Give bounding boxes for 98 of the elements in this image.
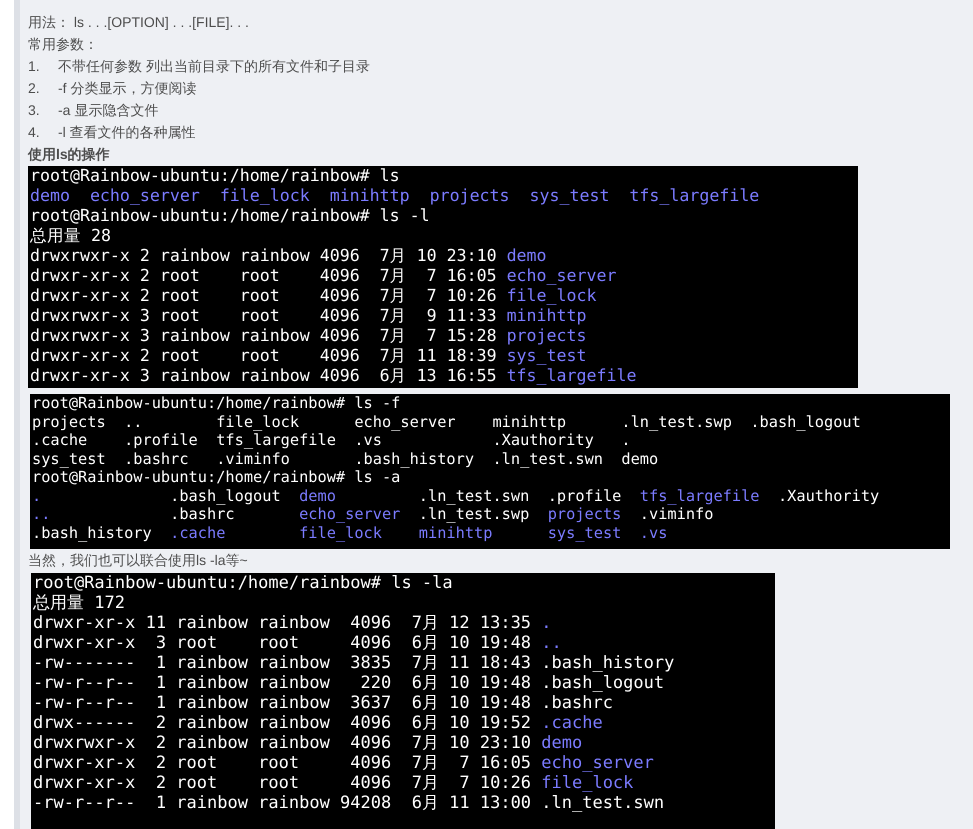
terminal-line: -rw-r--r-- 1 rainbow rainbow 220 6月 10 19:48	[33, 673, 532, 693]
paragraph-text: 用法： ls . . .[OPTION] . . .[FILE]. . .	[28, 13, 250, 32]
terminal-line: drwxrwxr-x 2 rainbow rainbow 4096 7月 10 23:10	[33, 733, 532, 753]
file-name: .ln_test.swn	[418, 486, 530, 504]
file-name: .	[621, 431, 631, 449]
file-name: .bash_history	[354, 450, 474, 468]
directory-name: .vs	[640, 524, 668, 542]
file-name: .bashrc	[541, 693, 613, 713]
directory-name: tfs_largefile	[629, 186, 760, 206]
directory-name: ..	[541, 633, 562, 653]
file-name: .vs	[354, 431, 382, 449]
directory-name: file_lock	[220, 186, 310, 206]
directory-name: projects	[548, 505, 622, 523]
file-name: .bash_logout	[170, 486, 281, 504]
list-number: 1.	[28, 57, 41, 76]
file-name: .ln_test.swp	[621, 412, 732, 430]
paragraph-text: 常用参数：	[28, 35, 99, 54]
terminal-line: root@Rainbow-ubuntu:/home/rainbow# ls -f	[32, 394, 400, 412]
file-name: .Xauthority	[492, 431, 594, 449]
directory-name: echo_server	[541, 753, 654, 773]
directory-name: tfs_largefile	[506, 366, 636, 386]
file-name: .bash_logout	[750, 412, 861, 430]
list-number: 2.	[28, 79, 41, 98]
directory-name: sys_test	[506, 346, 586, 366]
file-name: .ln_test.swn	[492, 450, 603, 468]
terminal-line: 总用量 28	[30, 226, 111, 246]
directory-name: sys_test	[530, 186, 610, 206]
file-name: .bashrc	[170, 505, 235, 523]
file-name: demo	[621, 450, 658, 468]
directory-name: .	[32, 486, 42, 504]
directory-name: .	[541, 613, 552, 633]
file-name: .cache	[32, 431, 88, 449]
terminal-line: drwxr-xr-x 3 root root 4096 6月 10 19:48	[33, 633, 532, 653]
directory-name: echo_server	[90, 186, 200, 206]
list-text: -l 查看文件的各种属性	[58, 123, 196, 142]
directory-name: demo	[506, 246, 547, 266]
terminal-line: -rw-r--r-- 1 rainbow rainbow 3637 6月 10 19:48	[33, 693, 532, 713]
terminal-line: drwx------ 2 rainbow rainbow 4096 6月 10 19:52	[33, 713, 532, 733]
terminal-line: -rw-r--r-- 1 rainbow rainbow 94208 6月 11 13:00	[33, 793, 532, 813]
file-name: .bash_history	[32, 524, 152, 542]
file-name: minihttp	[492, 412, 566, 430]
terminal-line: root@Rainbow-ubuntu:/home/rainbow# ls -la	[33, 573, 453, 593]
file-name: .ln_test.swn	[541, 793, 664, 813]
terminal-line: drwxr-xr-x 2 root root 4096 7月 11 18:39	[30, 346, 497, 366]
directory-name: file_lock	[506, 286, 596, 306]
directory-name: sys_test	[548, 524, 622, 542]
directory-name: tfs_largefile	[640, 486, 760, 504]
paragraph-text: 当然，我们也可以联合使用ls -la等~	[28, 551, 249, 570]
terminal-line: drwxr-xr-x 3 rainbow rainbow 4096 6月 13 16:55	[30, 366, 497, 386]
file-name: .bash_history	[541, 653, 674, 673]
list-number: 3.	[28, 101, 41, 120]
terminal-line: drwxrwxr-x 2 rainbow rainbow 4096 7月 10 23:10	[30, 246, 497, 266]
directory-name: file_lock	[299, 524, 382, 542]
list-text: -a 显示隐含文件	[58, 101, 158, 120]
directory-name: .cache	[170, 524, 226, 542]
file-name: .bashrc	[124, 450, 189, 468]
terminal-line: root@Rainbow-ubuntu:/home/rainbow# ls -l	[30, 206, 430, 226]
directory-name: demo	[30, 186, 70, 206]
directory-name: minihttp	[506, 306, 586, 326]
terminal-line: drwxr-xr-x 11 rainbow rainbow 4096 7月 12 13:35	[33, 613, 532, 633]
directory-name: projects	[506, 326, 586, 346]
directory-name: file_lock	[541, 773, 634, 793]
file-name: ..	[124, 412, 143, 430]
file-name: .profile	[124, 431, 198, 449]
directory-name: .cache	[541, 713, 603, 733]
file-name: .viminfo	[216, 450, 290, 468]
list-text: -f 分类显示，方便阅读	[58, 79, 196, 98]
file-name: projects	[32, 412, 106, 430]
terminal-line: root@Rainbow-ubuntu:/home/rainbow# ls	[30, 166, 400, 186]
file-name: .Xauthority	[778, 486, 880, 504]
section-heading: 使用ls的操作	[28, 145, 111, 164]
file-name: file_lock	[216, 412, 300, 430]
directory-name: echo_server	[506, 266, 616, 286]
terminal-line: drwxr-xr-x 2 root root 4096 7月 7 10:26	[33, 773, 532, 793]
file-name: .viminfo	[640, 505, 714, 523]
list-number: 4.	[28, 123, 41, 142]
directory-name: ..	[32, 505, 50, 523]
terminal-line: root@Rainbow-ubuntu:/home/rainbow# ls -a	[32, 468, 400, 486]
directory-name: projects	[430, 186, 510, 206]
directory-name: echo_server	[299, 505, 400, 523]
directory-name: minihttp	[330, 186, 410, 206]
terminal-line: drwxr-xr-x 2 root root 4096 7月 7 10:26	[30, 286, 497, 306]
file-name: echo_server	[354, 412, 456, 430]
file-name: .ln_test.swp	[418, 505, 530, 523]
file-name: .bash_logout	[541, 673, 664, 693]
file-name: .profile	[548, 486, 622, 504]
terminal-line: drwxrwxr-x 3 root root 4096 7月 9 11:33	[30, 306, 497, 326]
terminal-line: -rw------- 1 rainbow rainbow 3835 7月 11 18:43	[33, 653, 532, 673]
directory-name: minihttp	[418, 524, 492, 542]
terminal-line: drwxr-xr-x 2 root root 4096 7月 7 16:05	[30, 266, 497, 286]
directory-name: demo	[541, 733, 582, 753]
file-name: tfs_largefile	[216, 431, 336, 449]
directory-name: demo	[299, 486, 336, 504]
terminal-line: drwxrwxr-x 3 rainbow rainbow 4096 7月 7 15:28	[30, 326, 497, 346]
terminal-line: drwxr-xr-x 2 root root 4096 7月 7 16:05	[33, 753, 532, 773]
file-name: sys_test	[32, 450, 106, 468]
list-text: 不带任何参数 列出当前目录下的所有文件和子目录	[58, 57, 370, 76]
terminal-line: 总用量 172	[33, 593, 125, 613]
